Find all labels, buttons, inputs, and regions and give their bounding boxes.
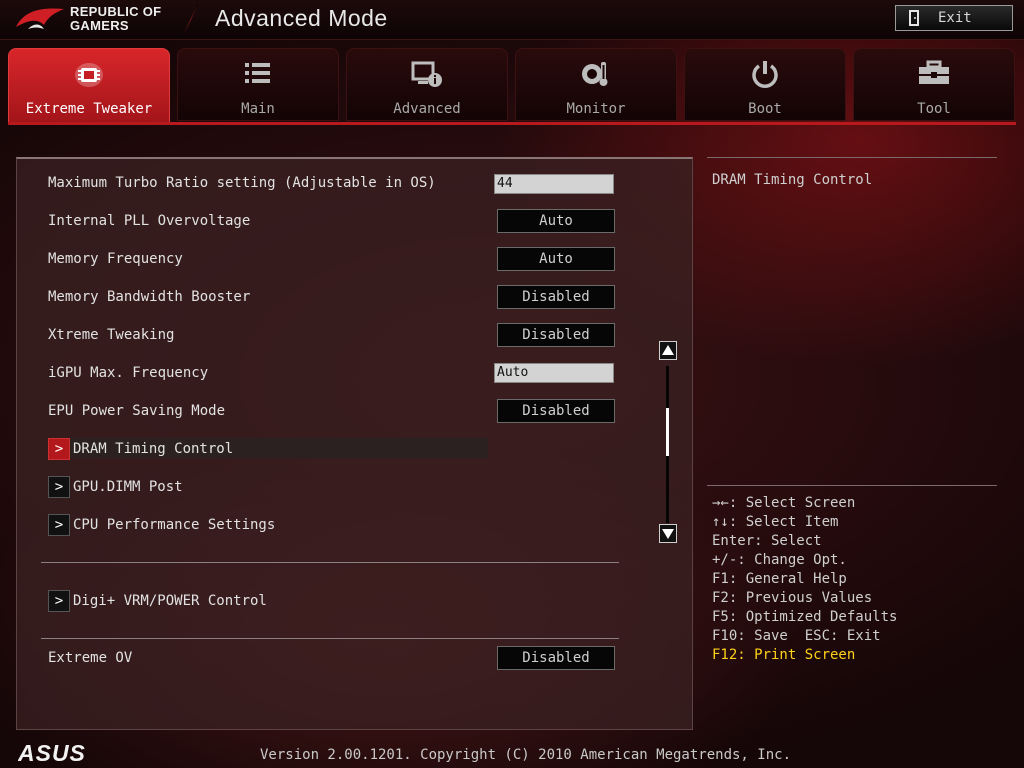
section-divider [41, 638, 619, 639]
setting-label: Memory Frequency [48, 251, 183, 267]
tab-label: Main [241, 101, 275, 117]
arrow-up-icon [662, 345, 674, 355]
tab-label: Extreme Tweaker [25, 101, 153, 117]
section-divider [41, 562, 619, 563]
rog-eye-icon [16, 8, 64, 29]
submenu-label: DRAM Timing Control [73, 441, 234, 457]
scroll-down-button[interactable] [659, 524, 677, 543]
tab-advanced[interactable]: Advanced [346, 48, 508, 121]
tab-extreme-tweaker[interactable]: Extreme Tweaker [8, 48, 170, 123]
tab-tool[interactable]: Tool [853, 48, 1015, 121]
exit-label: Exit [938, 10, 972, 26]
setting-label: Memory Bandwidth Booster [48, 289, 251, 305]
submenu-digi-vrm-power-control[interactable]: > Digi+ VRM/POWER Control [48, 590, 493, 612]
submenu-label: CPU Performance Settings [73, 517, 276, 533]
rog-logo: REPUBLIC OF GAMERS [14, 3, 184, 37]
setting-label: Extreme OV [48, 650, 133, 666]
tab-label: Advanced [393, 101, 461, 117]
max-turbo-ratio-input[interactable]: 44 [494, 174, 614, 194]
list-icon [178, 59, 338, 91]
tab-boot[interactable]: Boot [684, 48, 846, 121]
exit-button[interactable]: Exit [895, 5, 1013, 31]
rog-wordmark: REPUBLIC OF GAMERS [70, 5, 161, 33]
key-hint: F10: Save ESC: Exit [712, 628, 881, 644]
tab-label: Tool [917, 101, 951, 117]
scrollbar-thumb[interactable] [666, 408, 669, 456]
key-hint: →←: Select Screen [712, 495, 856, 511]
print-screen-hint[interactable]: F12: Print Screen [712, 646, 897, 665]
arrow-down-icon [662, 529, 674, 539]
tab-underline [8, 122, 1016, 125]
tab-label: Boot [748, 101, 782, 117]
chevron-right-icon: > [48, 476, 70, 498]
igpu-max-frequency-input[interactable]: Auto [494, 363, 614, 383]
setting-label: Xtreme Tweaking [48, 327, 175, 343]
submenu-label: GPU.DIMM Post [73, 479, 183, 495]
tab-monitor[interactable]: Monitor [515, 48, 677, 121]
chevron-right-icon: > [48, 590, 70, 612]
help-description: DRAM Timing Control [712, 172, 873, 188]
brand-line-2: GAMERS [70, 18, 129, 33]
toolbox-icon [854, 59, 1014, 91]
key-hint: Enter: Select [712, 533, 822, 549]
submenu-dram-timing-control[interactable]: > DRAM Timing Control [48, 438, 493, 460]
chevron-right-icon: > [48, 514, 70, 536]
exit-door-icon [909, 10, 919, 26]
thermometer-icon [516, 59, 676, 91]
key-hint: F5: Optimized Defaults [712, 609, 898, 625]
advanced-info-icon [347, 59, 507, 91]
extreme-ov-value[interactable]: Disabled [497, 646, 615, 670]
key-hint: F2: Previous Values [712, 590, 873, 606]
submenu-label: Digi+ VRM/POWER Control [73, 593, 267, 609]
setting-label: Internal PLL Overvoltage [48, 213, 251, 229]
key-hint: ↑↓: Select Item [712, 514, 839, 530]
top-bar: REPUBLIC OF GAMERS Advanced Mode Exit [0, 0, 1024, 40]
setting-label: iGPU Max. Frequency [48, 365, 209, 381]
asus-logo: ASUS [18, 742, 86, 764]
tab-main[interactable]: Main [177, 48, 339, 121]
setting-label: Maximum Turbo Ratio setting (Adjustable … [48, 175, 436, 191]
key-legend: →←: Select Screen ↑↓: Select Item Enter:… [712, 494, 897, 665]
tweaker-icon [9, 59, 169, 91]
version-text: Version 2.00.1201. Copyright (C) 2010 Am… [260, 747, 792, 763]
epu-power-saving-mode-value[interactable]: Disabled [497, 399, 615, 423]
submenu-cpu-performance-settings[interactable]: > CPU Performance Settings [48, 514, 493, 536]
brand-line-1: REPUBLIC OF [70, 4, 162, 19]
asus-wordmark: ASUS [18, 742, 86, 764]
tab-bar: Extreme Tweaker Main Advanced Monitor Bo… [8, 48, 1016, 123]
chevron-right-icon: > [48, 438, 70, 460]
scroll-up-button[interactable] [659, 341, 677, 360]
memory-bandwidth-booster-value[interactable]: Disabled [497, 285, 615, 309]
help-divider-mid [707, 485, 997, 486]
xtreme-tweaking-value[interactable]: Disabled [497, 323, 615, 347]
page-title: Advanced Mode [215, 5, 388, 31]
tab-label: Monitor [566, 101, 626, 117]
key-hint: F1: General Help [712, 571, 847, 587]
internal-pll-overvoltage-value[interactable]: Auto [497, 209, 615, 233]
settings-panel: Maximum Turbo Ratio setting (Adjustable … [16, 157, 693, 730]
setting-label: EPU Power Saving Mode [48, 403, 226, 419]
power-icon [685, 59, 845, 91]
memory-frequency-value[interactable]: Auto [497, 247, 615, 271]
key-hint: +/-: Change Opt. [712, 552, 847, 568]
help-divider-top [707, 157, 997, 158]
header-separator [182, 4, 199, 36]
submenu-gpu-dimm-post[interactable]: > GPU.DIMM Post [48, 476, 493, 498]
